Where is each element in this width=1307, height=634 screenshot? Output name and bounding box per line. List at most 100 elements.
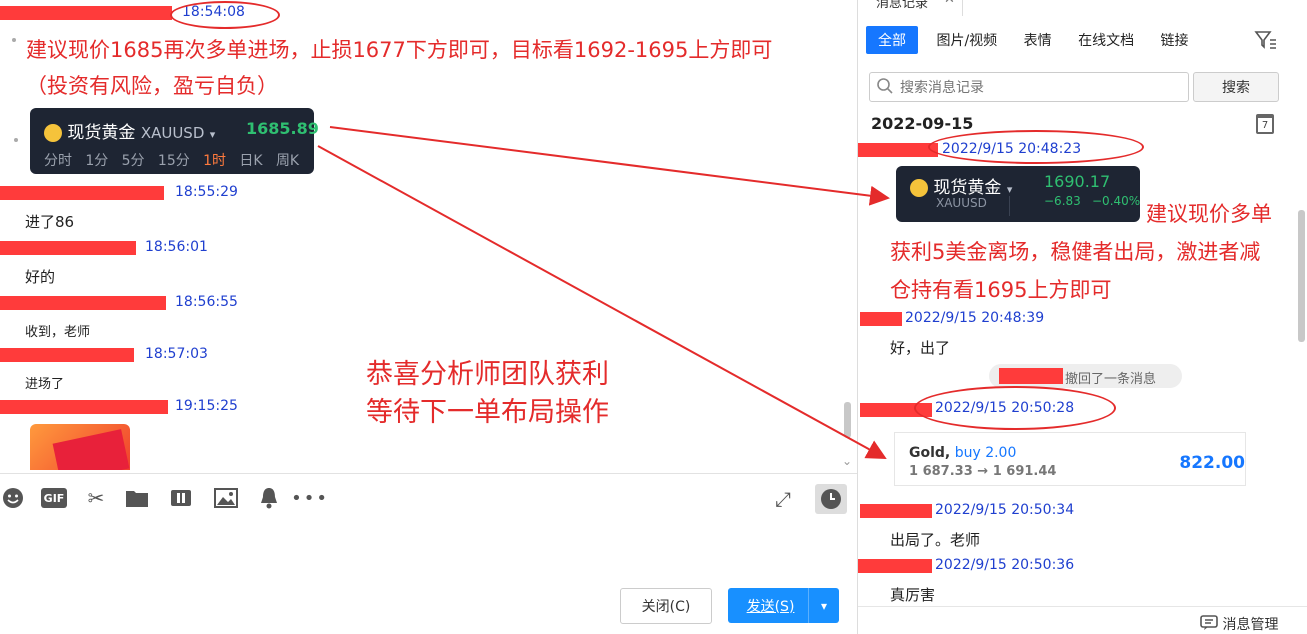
redacted-sender <box>860 504 932 518</box>
panel-title-tab[interactable]: 消息记录 ✕ <box>864 0 963 16</box>
quote-change-pct: −0.40% <box>1092 194 1141 208</box>
trade-card[interactable]: Gold, buy 2.00 1 687.33 → 1 691.44 822.0… <box>894 432 1246 486</box>
chat-scrollbar[interactable] <box>844 402 851 438</box>
message-time: 2022/9/15 20:48:39 <box>905 310 1045 326</box>
gold-coin-icon <box>44 124 62 142</box>
composer-divider <box>0 473 857 474</box>
calendar-day: 7 <box>1261 119 1269 131</box>
calendar-icon[interactable]: 7 <box>1256 114 1274 134</box>
gif-icon[interactable]: GIF <box>41 488 67 508</box>
recall-notice: 撤回了一条消息 <box>989 364 1182 388</box>
expand-icon[interactable]: ⤢ <box>772 487 794 511</box>
tab-media[interactable]: 图片/视频 <box>928 30 1005 50</box>
message-manage-icon <box>1200 615 1222 633</box>
card-divider <box>1009 196 1010 216</box>
redacted-sender <box>860 312 902 326</box>
bullet <box>12 38 16 42</box>
search-box[interactable] <box>869 72 1189 102</box>
message-text: 出局了。老师 <box>890 531 981 549</box>
gold-quote-card[interactable]: 现货黄金 ▾ XAUUSD 1690.17 −6.83 −0.40% <box>896 166 1140 222</box>
red-envelope-image[interactable] <box>30 424 130 470</box>
tab-docs[interactable]: 在线文档 <box>1070 30 1142 50</box>
recall-text: 撤回了一条消息 <box>1065 372 1157 387</box>
redacted-sender <box>858 143 938 157</box>
dropdown-caret-icon[interactable]: ▾ <box>1007 183 1013 196</box>
dropdown-caret-icon[interactable]: ▾ <box>210 128 216 141</box>
image-icon[interactable] <box>214 488 238 508</box>
redacted-sender <box>999 368 1063 384</box>
history-scrollbar[interactable] <box>1298 210 1305 342</box>
quote-price: 1685.89 <box>246 119 319 138</box>
message-manage-button[interactable]: 消息管理 <box>1200 614 1278 634</box>
quote-symbol: XAUUSD <box>140 124 205 142</box>
advice-text: 建议现价1685再次多单进场，止损1677下方即可，目标看1692-1695上方… <box>26 38 773 62</box>
close-tab-icon[interactable]: ✕ <box>944 0 955 7</box>
message-time: 18:55:29 <box>175 184 238 200</box>
redacted-sender <box>0 348 134 362</box>
tab-all[interactable]: 全部 <box>866 26 918 54</box>
arrow-right-icon: → <box>977 464 993 479</box>
send-options-chevron-icon[interactable]: ▾ <box>808 588 839 623</box>
search-input[interactable] <box>898 75 1182 99</box>
advice-text: 仓持有看1695上方即可 <box>890 278 1112 302</box>
emoji-icon[interactable] <box>2 487 24 509</box>
send-label: 发送(S) <box>746 598 795 615</box>
search-icon <box>876 77 894 99</box>
redacted-sender <box>0 186 164 200</box>
interval-option[interactable]: 15分 <box>158 153 190 169</box>
panel-title: 消息记录 <box>876 0 929 11</box>
filter-tabs: 全部 图片/视频 表情 在线文档 链接 <box>866 26 1197 54</box>
redacted-sender <box>0 296 166 310</box>
close-button[interactable]: 关闭(C) <box>620 588 712 624</box>
bell-icon[interactable] <box>258 486 280 510</box>
message-text: 进了86 <box>25 213 75 231</box>
advice-text: 建议现价多单 <box>1146 202 1272 226</box>
bullet <box>14 138 18 142</box>
collapse-icon[interactable]: ⌄ <box>842 454 852 468</box>
message-time: 18:56:01 <box>145 239 208 255</box>
more-icon[interactable]: ••• <box>291 488 327 509</box>
chat-pane: 18:54:08 建议现价1685再次多单进场，止损1677下方即可，目标看16… <box>0 0 857 634</box>
search-button[interactable]: 搜索 <box>1193 72 1279 102</box>
redacted-sender <box>0 241 136 255</box>
interval-option[interactable]: 日K <box>239 153 262 169</box>
send-button[interactable]: 发送(S) ▾ <box>728 588 839 623</box>
message-manage-label: 消息管理 <box>1222 617 1279 633</box>
interval-option-active[interactable]: 1时 <box>203 153 226 169</box>
scissors-icon[interactable]: ✂ <box>84 486 108 510</box>
interval-option[interactable]: 分时 <box>44 153 72 169</box>
tab-stickers[interactable]: 表情 <box>1016 30 1060 50</box>
advice-text: 获利5美金离场，稳健者出局，激进者减 <box>890 240 1261 264</box>
tab-links[interactable]: 链接 <box>1153 30 1197 50</box>
quote-name: 现货黄金 <box>933 178 1002 198</box>
highlight-circle <box>170 1 280 29</box>
filter-icon[interactable] <box>1254 30 1278 50</box>
history-clock-icon[interactable] <box>815 484 847 514</box>
redacted-sender <box>0 400 168 414</box>
gold-coin-icon <box>910 179 928 197</box>
date-header: 2022-09-15 <box>871 114 974 133</box>
quote-symbol: XAUUSD <box>936 196 987 210</box>
message-time: 2022/9/15 20:50:34 <box>935 502 1075 518</box>
interval-option[interactable]: 周K <box>276 153 299 169</box>
history-panel: 消息记录 ✕ 全部 图片/视频 表情 在线文档 链接 搜索 2022-09-15… <box>857 0 1307 634</box>
next-trade-annotation: 等待下一单布局操作 <box>366 397 609 428</box>
gold-quote-card[interactable]: 现货黄金 XAUUSD ▾ 1685.89 分时 1分 5分 15分 1时 日K… <box>30 108 319 174</box>
message-time: 19:15:25 <box>175 398 238 414</box>
message-text: 收到，老师 <box>25 325 91 340</box>
message-time: 18:56:55 <box>175 294 238 310</box>
message-text: 进场了 <box>25 377 65 392</box>
message-text: 真厉害 <box>890 586 936 604</box>
message-time: 18:57:03 <box>145 346 208 362</box>
message-time: 2022/9/15 20:50:36 <box>935 557 1075 573</box>
trade-open-price: 1 687.33 <box>909 464 973 479</box>
trade-profit: 822.00 <box>1179 453 1245 473</box>
music-icon[interactable] <box>170 488 192 508</box>
interval-option[interactable]: 1分 <box>85 153 108 169</box>
folder-icon[interactable] <box>125 488 149 508</box>
panel-footer <box>858 606 1307 607</box>
interval-option[interactable]: 5分 <box>122 153 145 169</box>
message-text: 好的 <box>25 268 56 286</box>
congrats-annotation: 恭喜分析师团队获利 <box>366 359 609 390</box>
trade-side: buy 2.00 <box>954 445 1017 461</box>
